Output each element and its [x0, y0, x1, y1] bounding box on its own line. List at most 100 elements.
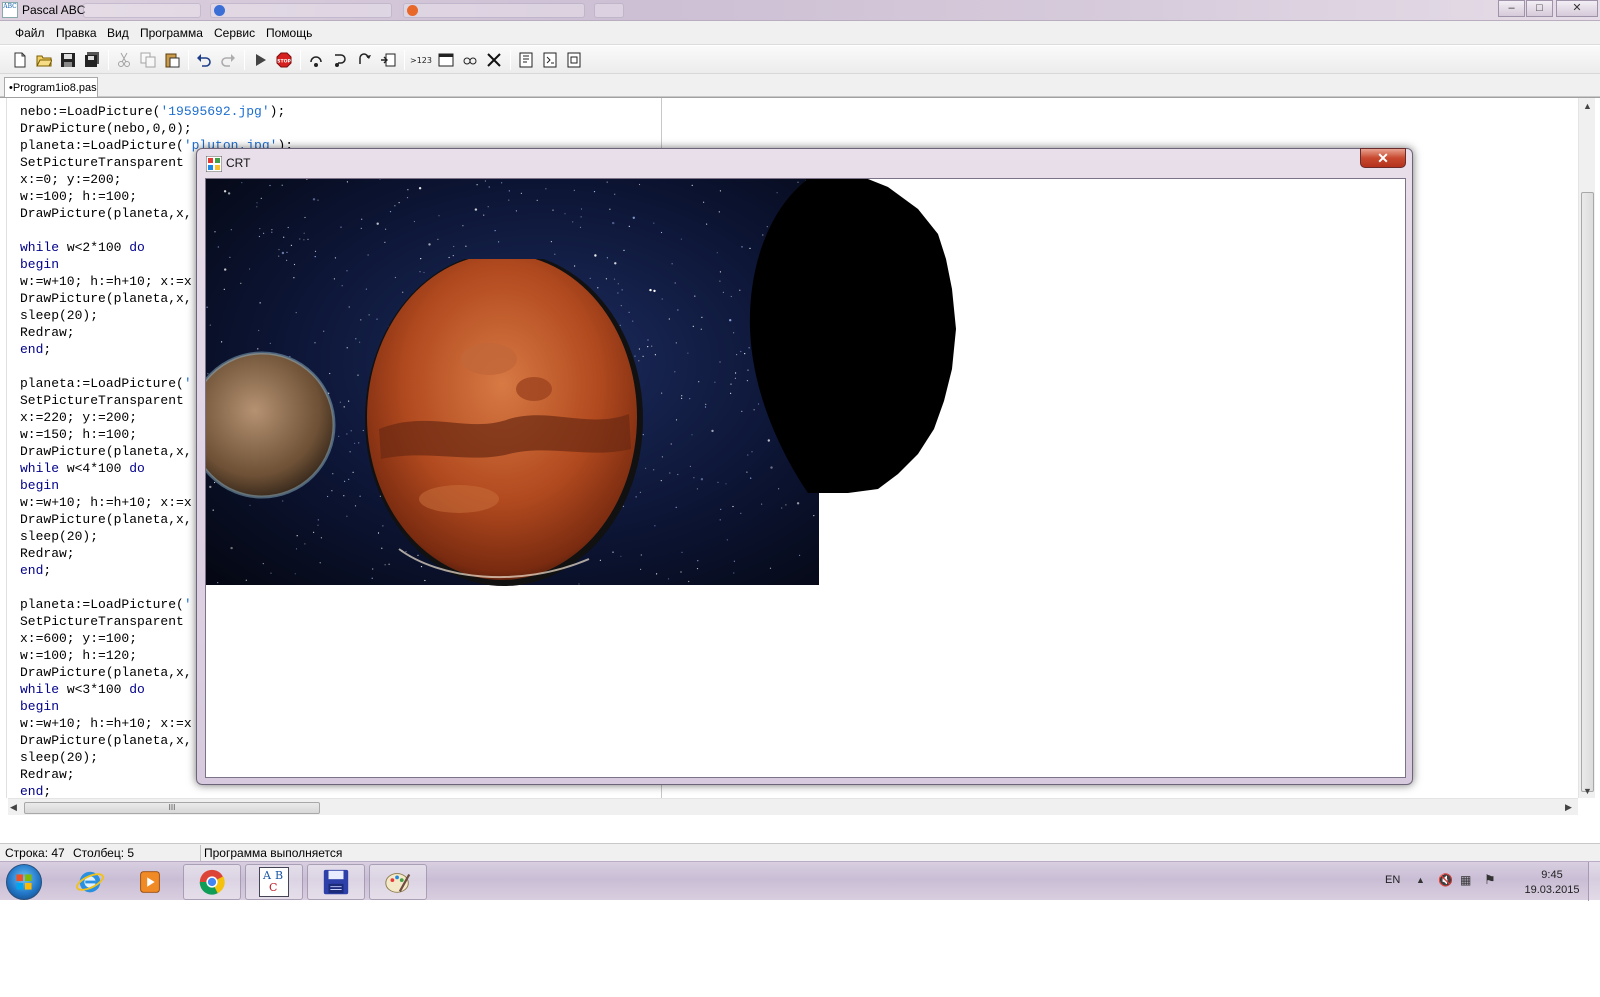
code-string: '19595692.jpg'	[160, 104, 270, 119]
paste-icon[interactable]	[163, 51, 181, 69]
star	[304, 543, 306, 545]
format-icon[interactable]	[517, 51, 535, 69]
step-into-icon[interactable]	[331, 51, 349, 69]
star	[307, 238, 309, 240]
star	[653, 469, 655, 471]
cut-icon[interactable]	[115, 51, 133, 69]
horizontal-scrollbar[interactable]: ◀ III ▶	[8, 798, 1578, 815]
start-orb-icon[interactable]	[6, 864, 42, 900]
vertical-scrollbar[interactable]: ▲ ▼	[1578, 98, 1595, 798]
copy-icon[interactable]	[139, 51, 157, 69]
close-icon[interactable]: ✕	[1556, 0, 1598, 17]
code-keyword: do	[129, 240, 145, 255]
vertical-scroll-thumb[interactable]	[1581, 192, 1594, 792]
star	[675, 506, 677, 508]
menu-service[interactable]: Сервис	[214, 26, 255, 40]
show-desktop-button[interactable]	[1588, 862, 1600, 901]
crt-app-icon	[206, 156, 222, 172]
show-hidden-icons-icon[interactable]: ▲	[1416, 875, 1425, 885]
star	[550, 241, 552, 243]
clock[interactable]: 9:45 19.03.2015	[1520, 868, 1584, 898]
star	[341, 285, 343, 287]
scroll-up-icon[interactable]: ▲	[1583, 101, 1592, 111]
menu-file[interactable]: Файл	[15, 26, 45, 40]
star	[515, 210, 517, 212]
code-line[interactable]: DrawPicture(nebo,0,0);	[20, 120, 293, 137]
star	[453, 245, 455, 248]
step-out-icon[interactable]	[355, 51, 373, 69]
code-token: DrawPicture(planeta,x,	[20, 291, 192, 306]
star	[271, 231, 273, 233]
action-center-flag-icon[interactable]: ⚑	[1484, 872, 1496, 888]
star	[696, 568, 699, 570]
new-file-icon[interactable]	[11, 51, 29, 69]
maximize-icon[interactable]: □	[1526, 0, 1553, 17]
menu-help[interactable]: Помощь	[266, 26, 312, 40]
star	[259, 228, 261, 230]
crt-close-button[interactable]: ✕	[1360, 148, 1406, 168]
star	[223, 288, 225, 290]
code-keyword: end	[20, 563, 44, 578]
star	[719, 271, 722, 273]
code-line[interactable]: nebo:=LoadPicture('19595692.jpg');	[20, 103, 293, 120]
network-icon[interactable]: ▦	[1460, 873, 1471, 887]
graphics-canvas[interactable]	[205, 178, 1406, 778]
menu-view[interactable]: Вид	[107, 26, 129, 40]
code-token: sleep(20);	[20, 529, 99, 544]
scroll-down-icon[interactable]: ▼	[1583, 786, 1592, 796]
redo-icon[interactable]	[219, 51, 237, 69]
code-token: x:=0; y:=200;	[20, 172, 122, 187]
minimize-icon[interactable]: –	[1498, 0, 1525, 17]
code-token: w:=w+10; h:=h+10; x:=x	[20, 274, 192, 289]
media-player-icon[interactable]	[121, 864, 179, 900]
undo-icon[interactable]	[195, 51, 213, 69]
window-title: Pascal ABC	[22, 3, 86, 17]
star	[385, 228, 387, 230]
watch-icon[interactable]: >123	[410, 51, 432, 69]
compile-icon[interactable]	[541, 51, 559, 69]
pluto-planet-blob	[749, 179, 956, 493]
rebuild-icon[interactable]	[565, 51, 583, 69]
debug-icon[interactable]	[461, 51, 479, 69]
menu-edit[interactable]: Правка	[56, 26, 97, 40]
star	[333, 278, 335, 280]
save-disk-icon[interactable]	[307, 864, 365, 900]
step-over-icon[interactable]	[307, 51, 325, 69]
star	[314, 342, 316, 344]
save-all-icon[interactable]	[83, 51, 101, 69]
status-bar: Строка: 47 Столбец: 5 Программа выполняе…	[0, 843, 1600, 861]
language-indicator[interactable]: EN	[1385, 874, 1400, 886]
crt-window[interactable]: CRT ✕	[196, 148, 1413, 785]
star	[609, 208, 611, 210]
star	[206, 306, 208, 308]
run-to-cursor-icon[interactable]	[379, 51, 397, 69]
pascal-abc-icon[interactable]: A B C	[245, 864, 303, 900]
save-icon[interactable]	[59, 51, 77, 69]
star	[573, 189, 575, 191]
open-file-icon[interactable]	[35, 51, 53, 69]
code-token: DrawPicture(planeta,x,	[20, 733, 192, 748]
scroll-left-icon[interactable]: ◀	[10, 802, 17, 813]
horizontal-scroll-thumb[interactable]: III	[24, 802, 320, 814]
close-debug-icon[interactable]	[485, 51, 503, 69]
code-token: sleep(20);	[20, 308, 99, 323]
chrome-icon[interactable]	[183, 864, 241, 900]
paint-icon[interactable]	[369, 864, 427, 900]
star	[348, 306, 350, 308]
run-icon[interactable]	[251, 51, 269, 69]
code-token: SetPictureTransparent	[20, 393, 184, 408]
output-window-icon[interactable]	[437, 51, 455, 69]
stop-icon[interactable]: STOP	[275, 51, 293, 69]
code-token: ;	[43, 342, 52, 357]
tab-program-file[interactable]: •Program1io8.pas	[4, 77, 98, 98]
code-token: DrawPicture(planeta,x,	[20, 665, 192, 680]
internet-explorer-icon[interactable]	[61, 864, 119, 900]
star	[691, 434, 693, 436]
menu-program[interactable]: Программа	[140, 26, 203, 40]
volume-muted-icon[interactable]: 🔇	[1438, 873, 1453, 887]
star	[572, 221, 574, 223]
scroll-right-icon[interactable]: ▶	[1565, 802, 1572, 813]
star	[536, 199, 538, 201]
star	[281, 184, 283, 186]
star	[688, 580, 690, 583]
